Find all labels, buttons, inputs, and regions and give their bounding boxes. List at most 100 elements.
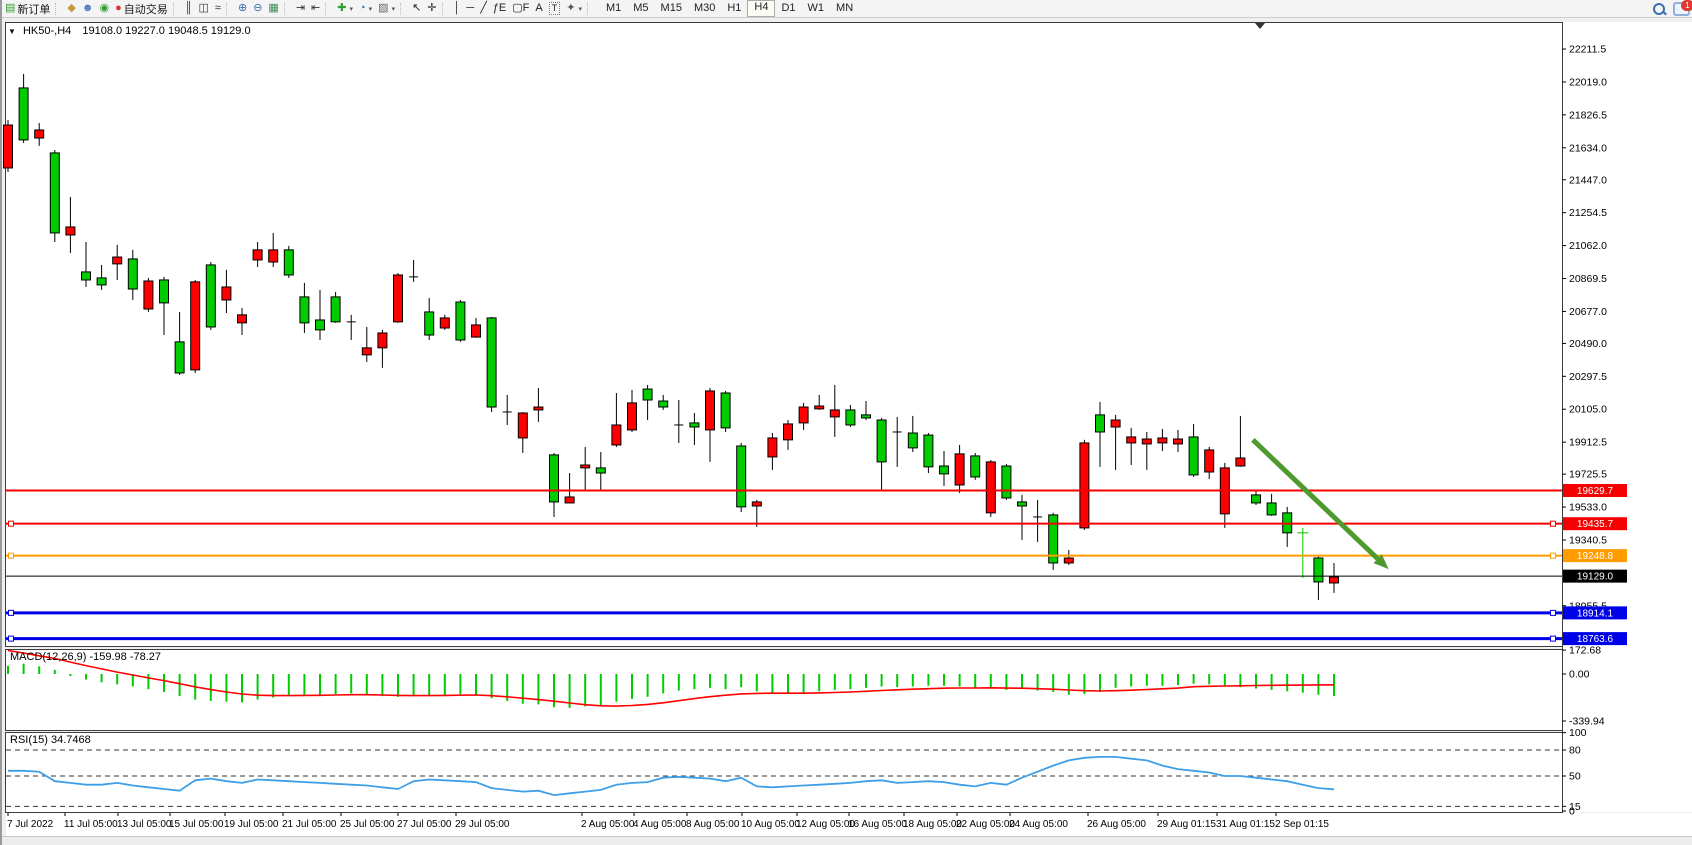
shapes-button[interactable]: ✦▾ <box>563 1 585 16</box>
styler-bucket-icon: ◆ <box>67 1 75 16</box>
svg-text:29 Aug 01:15: 29 Aug 01:15 <box>1157 819 1216 830</box>
svg-text:20490.0: 20490.0 <box>1569 338 1607 350</box>
templates-button[interactable]: ▨▾ <box>375 1 398 16</box>
chart-title: ▼ HK50-,H4 19108.0 19227.0 19048.5 19129… <box>8 25 251 37</box>
timeframe-w1[interactable]: W1 <box>802 1 831 16</box>
line-chart-button[interactable]: ≈ <box>212 1 224 16</box>
timeframe-m1[interactable]: M1 <box>600 1 627 16</box>
tile-windows-icon: ▦ <box>268 1 278 16</box>
candle <box>394 273 403 323</box>
svg-text:20297.5: 20297.5 <box>1569 371 1607 383</box>
timeframe-m15[interactable]: M15 <box>655 1 688 16</box>
candlestick-button[interactable]: ◫ <box>196 1 212 16</box>
profile-button[interactable]: ☻ <box>79 1 97 16</box>
svg-text:27 Jul 05:00: 27 Jul 05:00 <box>397 819 452 830</box>
chart-menu-icon[interactable]: ▼ <box>8 27 16 36</box>
candle <box>1080 440 1089 530</box>
candle <box>721 391 730 432</box>
price-panel <box>6 23 1563 647</box>
svg-text:50: 50 <box>1569 771 1581 783</box>
svg-text:29 Jul 05:00: 29 Jul 05:00 <box>455 819 510 830</box>
candle <box>4 120 13 172</box>
symbol-period-label: HK50-,H4 <box>23 25 71 37</box>
svg-text:21 Jul 05:00: 21 Jul 05:00 <box>282 819 337 830</box>
crosshair-button[interactable]: ✛ <box>424 1 439 16</box>
svg-text:16 Aug 05:00: 16 Aug 05:00 <box>848 819 907 830</box>
zoom-in-button[interactable]: ⊕ <box>235 1 250 16</box>
svg-text:2 Sep 01:15: 2 Sep 01:15 <box>1275 819 1329 830</box>
timeframe-m30[interactable]: M30 <box>688 1 721 16</box>
timeframe-m5[interactable]: M5 <box>627 1 654 16</box>
timeframe-h1[interactable]: H1 <box>721 1 747 16</box>
svg-text:12 Aug 05:00: 12 Aug 05:00 <box>796 819 855 830</box>
chart-shift-icon: ⇤ <box>311 1 320 16</box>
signals-button[interactable]: ◉ <box>96 1 112 16</box>
line-handle <box>1551 610 1556 615</box>
toolbar-separator <box>325 3 331 15</box>
svg-text:-339.94: -339.94 <box>1569 715 1605 727</box>
timeframe-mn[interactable]: MN <box>830 1 859 16</box>
cursor-button[interactable]: ↖ <box>409 1 424 16</box>
svg-text:20105.0: 20105.0 <box>1569 404 1607 416</box>
search-icon[interactable] <box>1653 3 1665 15</box>
svg-text:10 Aug 05:00: 10 Aug 05:00 <box>741 819 800 830</box>
chat-icon[interactable]: 1 <box>1673 2 1690 16</box>
autotrade-button-label: 自动交易 <box>124 1 168 17</box>
svg-text:21254.5: 21254.5 <box>1569 207 1607 219</box>
vertical-line-icon: │ <box>454 1 461 16</box>
new-order-button[interactable]: ▤新订单 <box>2 1 53 16</box>
svg-text:18 Aug 05:00: 18 Aug 05:00 <box>903 819 962 830</box>
text-label-icon: T <box>549 2 561 15</box>
text-label-button[interactable]: T <box>546 1 564 16</box>
notification-badge: 1 <box>1681 0 1692 11</box>
candle <box>1002 464 1011 500</box>
vertical-line-button[interactable]: │ <box>451 1 464 16</box>
timeframe-h4[interactable]: H4 <box>747 0 775 17</box>
add-indicator-button[interactable]: ✚▾ <box>334 1 356 16</box>
toolbar-separator <box>284 3 290 15</box>
line-handle <box>1551 636 1556 641</box>
candle <box>487 317 496 412</box>
line-handle <box>1551 553 1556 558</box>
svg-text:13 Jul 05:00: 13 Jul 05:00 <box>117 819 172 830</box>
svg-text:0: 0 <box>1569 806 1575 818</box>
candle <box>971 453 980 480</box>
svg-text:26 Aug 05:00: 26 Aug 05:00 <box>1087 819 1146 830</box>
svg-text:22019.0: 22019.0 <box>1569 76 1607 88</box>
macd-indicator-label: MACD(12,26,9) -159.98 -78.27 <box>10 651 161 663</box>
periods-button[interactable]: ◔▾ <box>356 1 375 16</box>
chart-canvas[interactable]: 22211.522019.021826.521634.021447.021254… <box>2 17 1692 845</box>
channel-button[interactable]: ▢F <box>509 1 532 16</box>
autotrade-button[interactable]: ●自动交易 <box>112 1 171 16</box>
shapes-icon: ✦ <box>566 1 575 16</box>
tile-windows-button[interactable]: ▦ <box>265 1 281 16</box>
chevron-down-icon: ▾ <box>369 5 373 13</box>
horizontal-line-button[interactable]: ─ <box>463 1 477 16</box>
candle <box>331 292 340 323</box>
svg-text:21826.5: 21826.5 <box>1569 109 1607 121</box>
candlestick-icon: ◫ <box>199 1 209 16</box>
svg-text:80: 80 <box>1569 744 1581 756</box>
svg-text:8 Aug 05:00: 8 Aug 05:00 <box>686 819 740 830</box>
periods-icon: ◔ <box>359 1 366 16</box>
toolbar-separator <box>442 3 448 15</box>
fibonacci-button[interactable]: ƒE <box>490 1 509 16</box>
trendline-button[interactable]: ╱ <box>477 1 490 16</box>
svg-text:20869.5: 20869.5 <box>1569 273 1607 285</box>
signals-icon: ◉ <box>99 1 109 16</box>
chart-shift-button[interactable]: ⇤ <box>308 1 323 16</box>
zoom-in-icon: ⊕ <box>238 1 247 16</box>
text-button[interactable]: A <box>532 1 545 16</box>
text-icon: A <box>535 1 542 16</box>
bar-chart-button[interactable]: ║ <box>182 1 196 16</box>
candle <box>737 443 746 512</box>
zoom-out-button[interactable]: ⊖ <box>250 1 265 16</box>
templates-icon: ▨ <box>378 1 388 16</box>
crosshair-icon: ✛ <box>427 1 436 16</box>
timeframe-d1[interactable]: D1 <box>775 1 801 16</box>
styler-bucket-button[interactable]: ◆ <box>64 1 78 16</box>
chevron-down-icon: ▾ <box>578 5 582 13</box>
auto-scroll-button[interactable]: ⇥ <box>293 1 308 16</box>
rsi-indicator-label: RSI(15) 34.7468 <box>10 734 91 746</box>
svg-text:7 Jul 2022: 7 Jul 2022 <box>7 819 54 830</box>
